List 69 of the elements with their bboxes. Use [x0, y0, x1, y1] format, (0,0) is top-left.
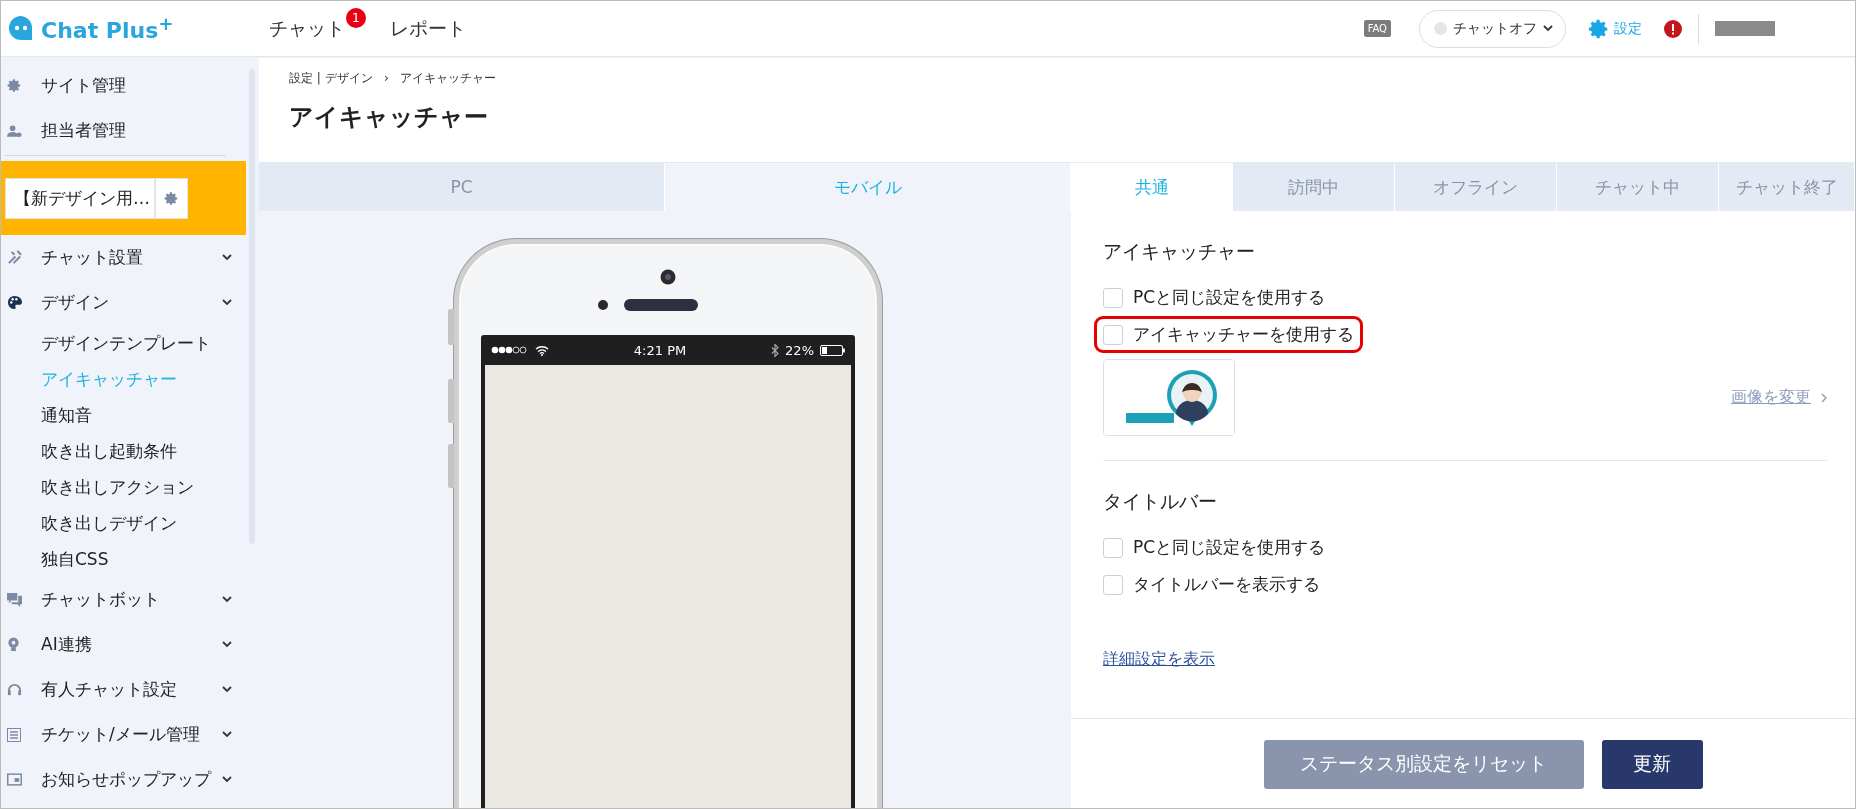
- wifi-icon: [535, 344, 549, 356]
- sidebar-subitem[interactable]: 吹き出しデザイン: [1, 505, 246, 541]
- redacted-block: [1715, 21, 1775, 36]
- sidebar-item[interactable]: 有人チャット設定: [1, 667, 246, 712]
- chevron-down-icon: [222, 776, 232, 783]
- camera-icon: [660, 269, 676, 285]
- sidebar-item[interactable]: お知らせポップアップ: [1, 757, 246, 802]
- chat-bubbles-icon: [7, 592, 22, 607]
- headset-icon: [7, 682, 22, 697]
- chevron-down-icon: [222, 641, 232, 648]
- site-settings-button[interactable]: [155, 178, 188, 219]
- sensor-dot-icon: [598, 300, 608, 310]
- status-time: 4:21 PM: [632, 342, 688, 358]
- site-select[interactable]: 【新デザイン用…: [5, 178, 155, 219]
- breadcrumb: 設定 | デザイン › アイキャッチャー: [289, 70, 498, 87]
- checkbox[interactable]: [1103, 537, 1123, 558]
- sidebar-subitem[interactable]: 吹き出し起動条件: [1, 433, 246, 469]
- sidebar-item[interactable]: サイト管理: [1, 63, 246, 108]
- checkbox-label: タイトルバーを表示する: [1133, 573, 1320, 596]
- sidebar-item[interactable]: チケット/メール管理: [1, 712, 246, 757]
- status-select[interactable]: チャットオフ: [1419, 9, 1566, 48]
- chevron-down-icon: [222, 731, 232, 738]
- sidebar-subitem[interactable]: 通知音: [1, 397, 246, 433]
- battery-percent: 22%: [785, 342, 814, 358]
- nav-link[interactable]: レポート: [390, 15, 466, 42]
- user-gear-icon: [7, 123, 22, 138]
- chevron-down-icon: [222, 686, 232, 693]
- palette-icon: [7, 295, 22, 310]
- checkbox[interactable]: [1103, 574, 1123, 595]
- sidebar-subitem[interactable]: デザインテンプレート: [1, 325, 246, 361]
- window-icon: [7, 773, 22, 786]
- chevron-right-icon: [1821, 392, 1827, 403]
- tools-icon: [7, 250, 22, 265]
- settings-icon: [1588, 17, 1610, 40]
- gear-icon: [164, 191, 179, 206]
- battery-icon: [820, 344, 845, 356]
- bulb-icon: [7, 637, 20, 652]
- gear-icon: [7, 78, 22, 93]
- checkbox-label: PCと同じ設定を使用する: [1133, 536, 1326, 559]
- chevron-down-icon: [222, 254, 232, 261]
- chevron-down-icon: [222, 596, 232, 603]
- sidebar-item[interactable]: AI連携: [1, 622, 246, 667]
- nav-link[interactable]: チャット: [269, 15, 345, 42]
- sidebar-subitem[interactable]: 独自CSS: [1, 541, 246, 577]
- chevron-down-icon: [222, 299, 232, 306]
- section-heading: アイキャッチャー: [1103, 239, 1256, 264]
- sidebar-subitem[interactable]: 吹き出しアクション: [1, 469, 246, 505]
- list-icon: [7, 727, 21, 742]
- chevron-down-icon: [1543, 25, 1553, 32]
- checkbox[interactable]: [1103, 287, 1123, 308]
- chat-bubble-logo-icon: [7, 14, 35, 43]
- sidebar-item[interactable]: デザイン: [1, 280, 246, 325]
- notification-badge: 1: [346, 7, 366, 28]
- show-details-link[interactable]: 詳細設定を表示: [1103, 649, 1215, 670]
- sidebar-item[interactable]: 担当者管理: [1, 108, 246, 153]
- signal-dots-icon: [491, 346, 529, 354]
- page-title: アイキャッチャー: [289, 102, 489, 133]
- update-button[interactable]: 更新: [1601, 739, 1703, 789]
- sidebar-item[interactable]: チャット設置: [1, 235, 246, 280]
- bluetooth-icon: [771, 343, 780, 357]
- sidebar-item[interactable]: チャットボット: [1, 577, 246, 622]
- checkbox[interactable]: [1103, 324, 1123, 345]
- checkbox-label: PCと同じ設定を使用する: [1133, 286, 1326, 309]
- speaker-icon: [624, 299, 698, 311]
- section-heading: タイトルバー: [1103, 489, 1218, 514]
- alert-icon[interactable]: [1664, 19, 1682, 38]
- checkbox-label: アイキャッチャーを使用する: [1133, 323, 1354, 346]
- logo-text: Chat Plus$^{+}$: [41, 13, 174, 44]
- faq-button[interactable]: FAQ: [1363, 20, 1391, 37]
